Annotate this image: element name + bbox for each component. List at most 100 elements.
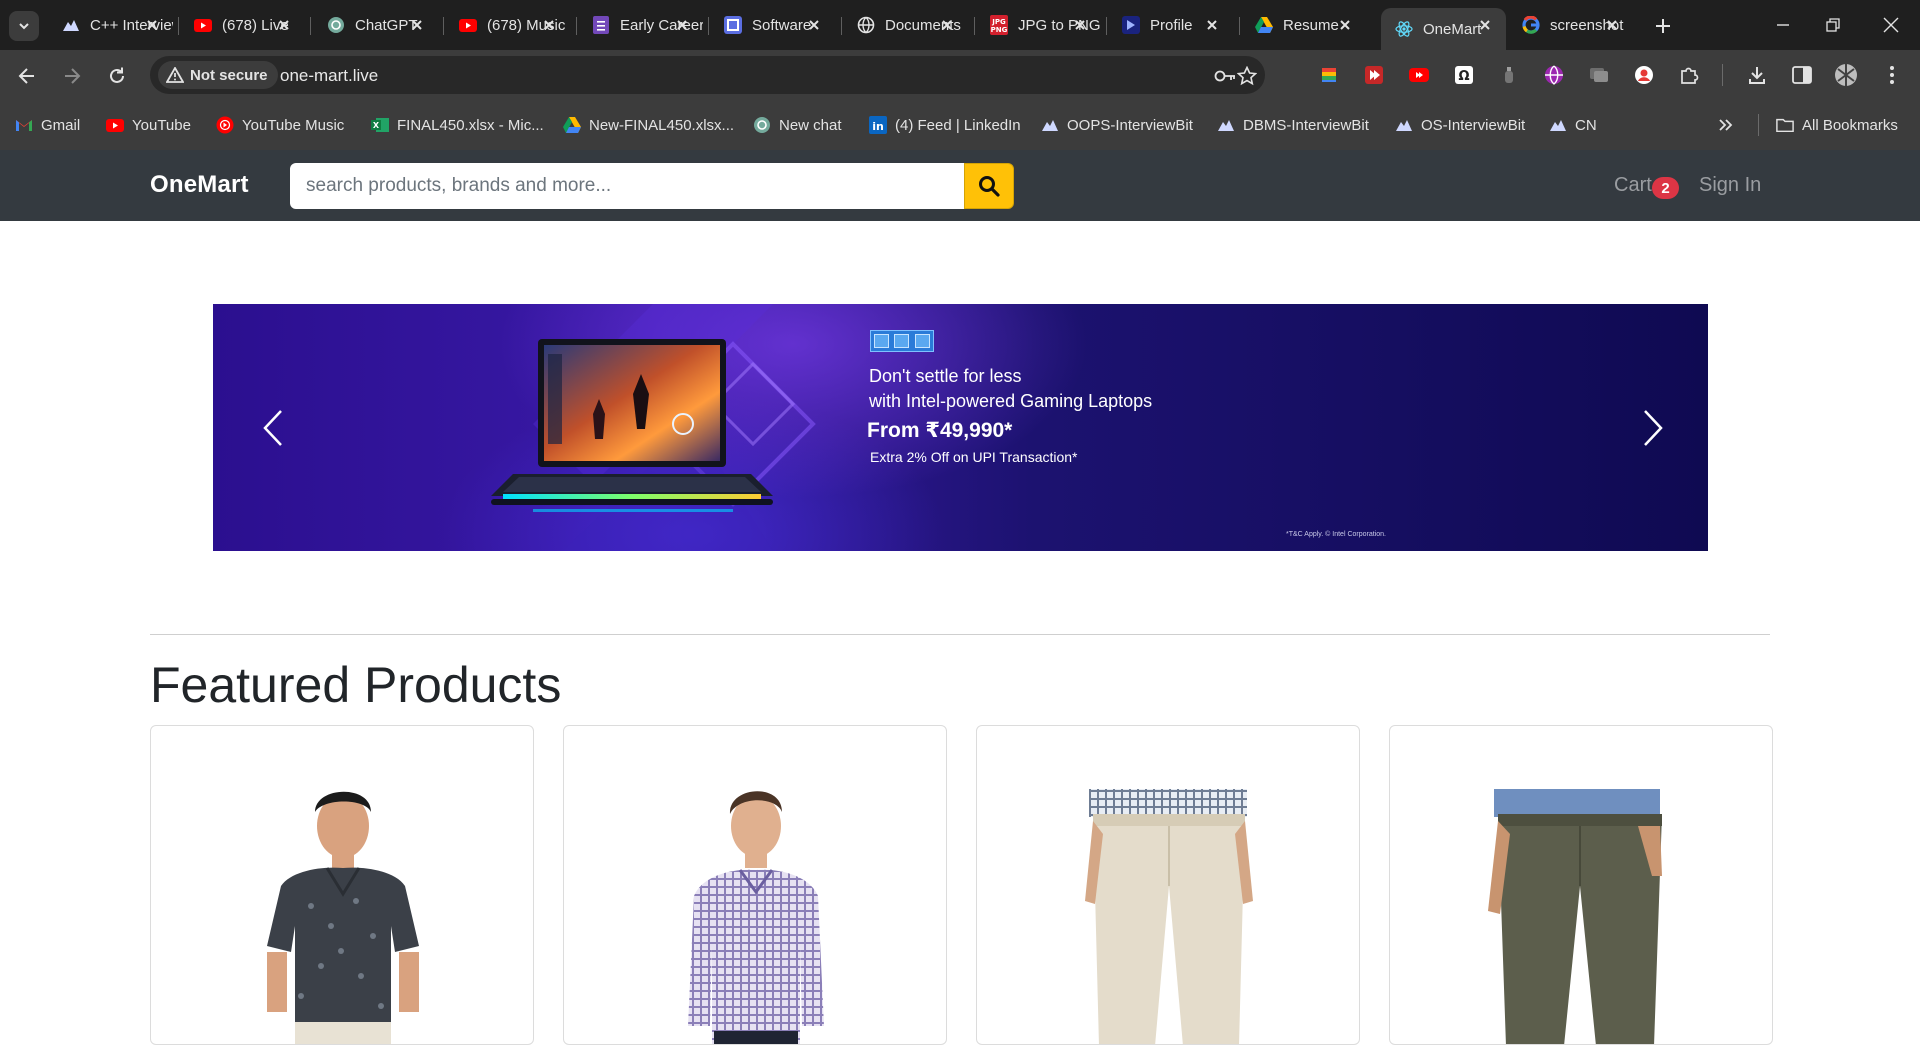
- product-image[interactable]: [1390, 726, 1773, 1045]
- close-icon[interactable]: [1336, 16, 1354, 34]
- chevron-down-icon: [19, 23, 29, 30]
- close-icon[interactable]: [1476, 16, 1494, 34]
- search-button[interactable]: [964, 163, 1014, 209]
- close-icon[interactable]: [673, 16, 691, 34]
- close-icon[interactable]: [540, 16, 558, 34]
- restore-button[interactable]: [1820, 12, 1846, 38]
- extension-globe-icon[interactable]: [1542, 63, 1566, 87]
- extension-bottle-icon[interactable]: [1497, 63, 1521, 87]
- forward-button[interactable]: [58, 62, 86, 90]
- browser-tab[interactable]: Profile: [1108, 8, 1233, 42]
- section-divider: [150, 634, 1770, 635]
- extensions-puzzle-icon[interactable]: [1677, 63, 1701, 87]
- security-label: Not secure: [190, 66, 268, 84]
- browser-tab[interactable]: Resume: [1241, 8, 1366, 42]
- youtube-icon: [106, 116, 124, 134]
- address-bar[interactable]: Not secure one-mart.live: [150, 56, 1265, 94]
- all-bookmarks-button[interactable]: All Bookmarks: [1776, 115, 1898, 135]
- product-image[interactable]: [977, 726, 1360, 1045]
- bookmark-new-chat[interactable]: New chat: [753, 115, 842, 135]
- star-icon[interactable]: [1236, 65, 1258, 87]
- bookmark-label: FINAL450.xlsx - Mic...: [397, 116, 544, 134]
- close-icon[interactable]: [275, 16, 293, 34]
- browser-tab[interactable]: Documents: [843, 8, 968, 42]
- close-icon[interactable]: [805, 16, 823, 34]
- bookmark-label: CN: [1575, 116, 1597, 134]
- extension-media-icon[interactable]: [1362, 63, 1386, 87]
- browser-tab[interactable]: ChatGPT: [313, 8, 438, 42]
- carousel-prev-button[interactable]: [253, 404, 293, 452]
- bookmark-gmail[interactable]: Gmail: [15, 115, 80, 135]
- browser-tab[interactable]: screenshot: [1508, 8, 1633, 42]
- close-window-button[interactable]: [1878, 12, 1904, 38]
- bookmark-youtube-music[interactable]: YouTube Music: [216, 115, 344, 135]
- promo-offer: Extra 2% Off on UPI Transaction*: [870, 449, 1078, 465]
- youtube-icon: [459, 16, 477, 34]
- extension-omega-icon[interactable]: Ω: [1452, 63, 1476, 87]
- search-input[interactable]: [290, 163, 964, 209]
- close-icon[interactable]: [938, 16, 956, 34]
- close-icon[interactable]: [143, 16, 161, 34]
- sign-in-link[interactable]: Sign In: [1699, 174, 1761, 197]
- avatar[interactable]: [1834, 63, 1858, 87]
- bookmark-label: DBMS-InterviewBit: [1243, 116, 1369, 134]
- browser-tab-active[interactable]: OneMart: [1381, 8, 1506, 50]
- bookmark-dbms[interactable]: DBMS-InterviewBit: [1217, 115, 1369, 135]
- bookmark-os[interactable]: OS-InterviewBit: [1395, 115, 1525, 135]
- linkedin-icon: in: [869, 116, 887, 134]
- more-bookmarks-button[interactable]: [1718, 115, 1734, 135]
- browser-tab[interactable]: JPG PNG JPG to PNG: [976, 8, 1101, 42]
- react-icon: [1395, 20, 1413, 38]
- browser-tab-strip: C++ Interview (678) Live ChatGPT (678) M…: [0, 0, 1920, 50]
- browser-tab[interactable]: (678) Live: [180, 8, 305, 42]
- extension-window-icon[interactable]: [1587, 63, 1611, 87]
- product-card[interactable]: [1389, 725, 1773, 1045]
- plus-icon: [1656, 19, 1670, 33]
- product-image[interactable]: [151, 726, 534, 1045]
- forms-icon: [592, 16, 610, 34]
- bookmark-new-final450[interactable]: New-FINAL450.xlsx...: [563, 115, 734, 135]
- bookmark-cn[interactable]: CN: [1549, 115, 1597, 135]
- bookmark-youtube[interactable]: YouTube: [106, 115, 191, 135]
- close-icon[interactable]: [408, 16, 426, 34]
- product-card[interactable]: [976, 725, 1360, 1045]
- brand-logo[interactable]: OneMart: [150, 171, 249, 199]
- globe-icon: [857, 16, 875, 34]
- download-icon[interactable]: [1745, 63, 1769, 87]
- new-tab-button[interactable]: [1650, 13, 1676, 39]
- extension-youtube-icon[interactable]: [1407, 63, 1431, 87]
- cart-link[interactable]: Cart: [1614, 174, 1652, 197]
- product-card[interactable]: [563, 725, 947, 1045]
- close-icon[interactable]: [1071, 16, 1089, 34]
- product-image[interactable]: [564, 726, 947, 1045]
- minimize-button[interactable]: [1770, 12, 1796, 38]
- extension-color-icon[interactable]: [1317, 63, 1341, 87]
- tab-search-button[interactable]: [9, 11, 39, 41]
- interviewbit-icon: [1041, 116, 1059, 134]
- bookmarks-bar: Gmail YouTube YouTube Music X FINAL450.x…: [0, 100, 1920, 150]
- bookmark-oops[interactable]: OOPS-InterviewBit: [1041, 115, 1193, 135]
- chatgpt-icon: [327, 16, 345, 34]
- close-icon[interactable]: [1603, 16, 1621, 34]
- bookmark-final450[interactable]: X FINAL450.xlsx - Mic...: [371, 115, 544, 135]
- folder-icon: [1776, 116, 1794, 134]
- url-text[interactable]: one-mart.live: [280, 66, 378, 86]
- browser-tab[interactable]: C++ Interview: [48, 8, 173, 42]
- browser-tab[interactable]: (678) Music: [445, 8, 570, 42]
- back-button[interactable]: [13, 62, 41, 90]
- side-panel-icon[interactable]: [1790, 63, 1814, 87]
- reload-button[interactable]: [103, 62, 131, 90]
- menu-kebab-icon[interactable]: [1880, 63, 1904, 87]
- browser-tab[interactable]: Software: [710, 8, 835, 42]
- product-card[interactable]: [150, 725, 534, 1045]
- close-icon[interactable]: [1203, 16, 1221, 34]
- browser-tab[interactable]: Early Career: [578, 8, 703, 42]
- interviewbit-icon: [62, 16, 80, 34]
- bookmark-linkedin[interactable]: in (4) Feed | LinkedIn: [869, 115, 1021, 135]
- key-icon[interactable]: [1214, 65, 1236, 87]
- carousel-next-button[interactable]: [1633, 404, 1673, 452]
- extension-pocket-icon[interactable]: [1632, 63, 1656, 87]
- bookmark-label: YouTube: [132, 116, 191, 134]
- security-chip[interactable]: Not secure: [158, 61, 278, 89]
- cart-count-badge: 2: [1652, 177, 1679, 199]
